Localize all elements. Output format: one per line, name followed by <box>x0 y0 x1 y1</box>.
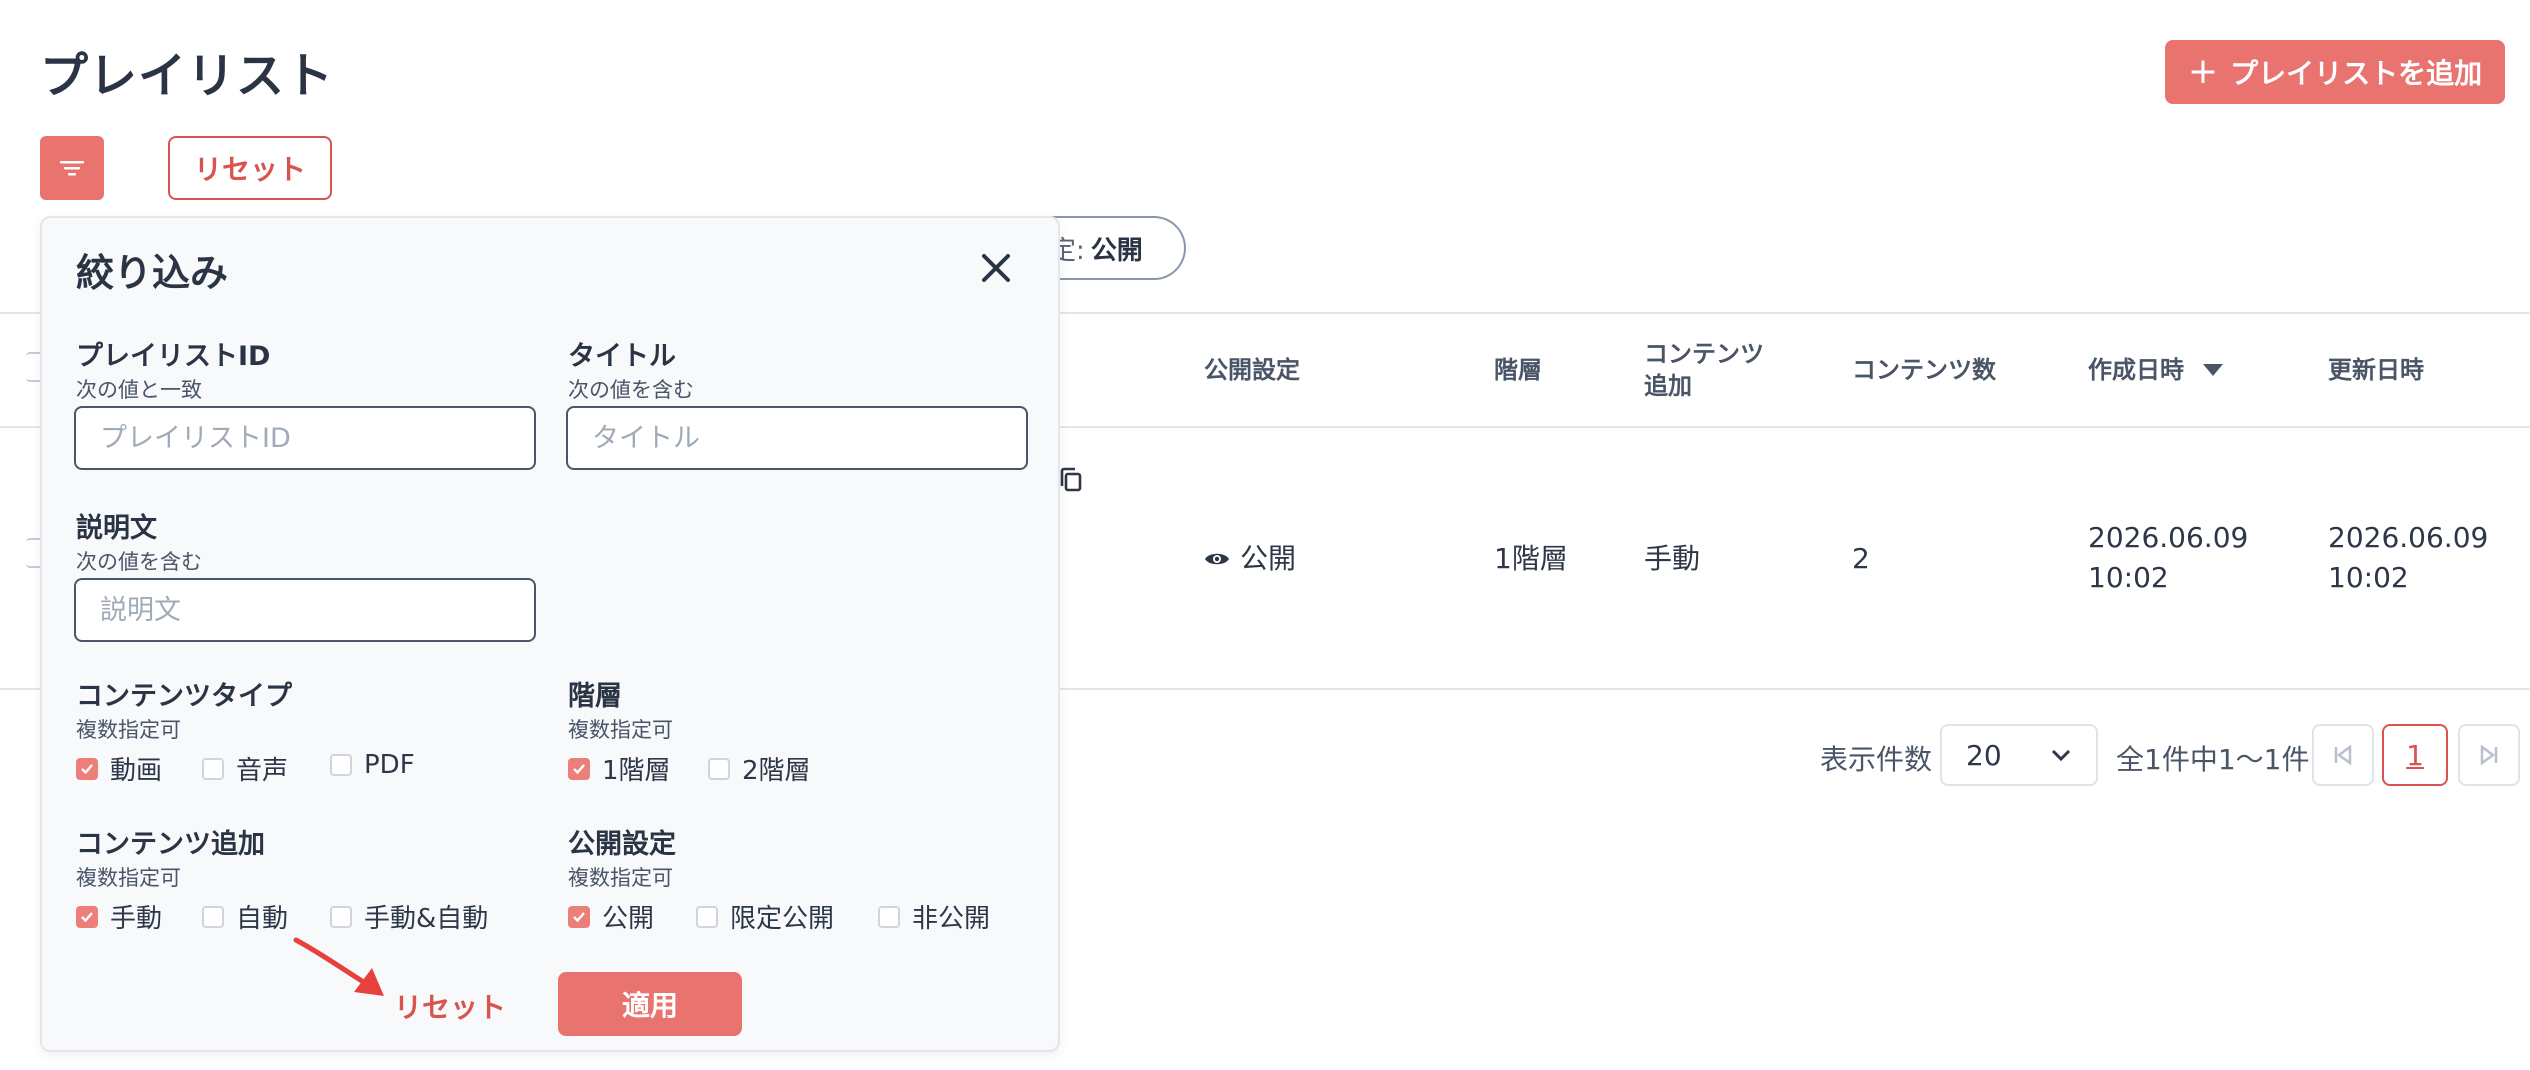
header-updated-at[interactable]: 更新日時 <box>2328 354 2424 386</box>
content-type-video-option[interactable]: 動画 <box>76 750 162 787</box>
header-content-add[interactable]: コンテンツ 追加 <box>1644 338 1764 402</box>
chip-value: 公開 <box>1090 235 1143 266</box>
page-1-button[interactable]: 1 <box>2382 724 2448 786</box>
panel-reset-link[interactable]: リセット <box>394 986 506 1026</box>
per-page-label: 表示件数 <box>1820 743 1933 776</box>
check-icon <box>573 911 585 922</box>
content-add-manual-auto-option[interactable]: 手動&自動 <box>330 898 488 935</box>
content-type-label: コンテンツタイプ <box>76 681 292 712</box>
level-1-option[interactable]: 1階層 <box>568 750 671 787</box>
visibility-public-option[interactable]: 公開 <box>568 898 654 935</box>
visibility-private-option[interactable]: 非公開 <box>878 898 990 935</box>
checkbox-checked[interactable] <box>76 905 98 928</box>
header-created-at[interactable]: 作成日時 <box>2088 354 2224 386</box>
description-sub: 次の値を含む <box>76 550 202 574</box>
checkbox-unchecked[interactable] <box>330 754 352 776</box>
reset-button[interactable]: リセット <box>168 136 332 200</box>
title-sub: 次の値を含む <box>568 378 694 402</box>
first-page-button[interactable] <box>2312 724 2374 786</box>
checkbox-checked[interactable] <box>568 757 590 780</box>
visibility-limited-option[interactable]: 限定公開 <box>696 898 834 935</box>
visibility-sub: 複数指定可 <box>568 866 673 890</box>
playlist-id-sub: 次の値と一致 <box>76 378 202 402</box>
playlist-id-label: プレイリストID <box>76 341 271 372</box>
row-level: 1階層 <box>1494 542 1568 575</box>
page-title: プレイリスト <box>40 48 335 104</box>
filter-panel: 絞り込み プレイリストID 次の値と一致 タイトル 次の値を含む 説明文 次の値… <box>40 216 1060 1052</box>
close-icon[interactable] <box>976 248 1016 288</box>
add-playlist-button[interactable]: + プレイリストを追加 <box>2165 40 2505 104</box>
plus-icon: + <box>2187 51 2219 92</box>
filter-panel-title: 絞り込み <box>76 251 229 295</box>
checkbox-checked[interactable] <box>76 757 98 780</box>
checkbox-unchecked[interactable] <box>878 905 900 928</box>
row-content-count: 2 <box>1852 542 1870 575</box>
per-page-select[interactable]: 20 <box>1940 724 2098 786</box>
apply-button[interactable]: 適用 <box>558 972 742 1036</box>
copy-icon[interactable] <box>1058 466 1084 494</box>
level-2-option[interactable]: 2階層 <box>708 750 811 787</box>
content-type-audio-option[interactable]: 音声 <box>202 750 288 787</box>
level-label: 階層 <box>568 681 622 712</box>
content-add-manual-option[interactable]: 手動 <box>76 898 162 935</box>
header-visibility[interactable]: 公開設定 <box>1204 354 1300 386</box>
checkbox-unchecked[interactable] <box>696 905 718 928</box>
eye-icon <box>1205 553 1229 565</box>
visibility-label: 公開設定 <box>568 829 676 860</box>
content-type-pdf-option[interactable]: PDF <box>330 750 415 780</box>
header-content-count[interactable]: コンテンツ数 <box>1852 354 1996 386</box>
checkbox-unchecked[interactable] <box>202 905 224 928</box>
content-add-sub: 複数指定可 <box>76 866 181 890</box>
chevron-down-icon <box>2051 749 2071 762</box>
pagination-summary: 全1件中1〜1件 <box>2116 743 2310 776</box>
checkbox-unchecked[interactable] <box>330 905 352 928</box>
sort-desc-icon <box>2203 364 2223 376</box>
title-input[interactable] <box>566 406 1028 470</box>
playlist-id-input[interactable] <box>74 406 536 470</box>
content-add-label: コンテンツ追加 <box>76 829 265 860</box>
checkbox-unchecked[interactable] <box>708 757 730 780</box>
row-created-at: 2026.06.09 10:02 <box>2088 521 2249 594</box>
row-visibility: 公開 <box>1204 539 1296 579</box>
check-icon <box>573 763 585 774</box>
filter-icon <box>60 161 84 176</box>
level-sub: 複数指定可 <box>568 718 673 742</box>
first-page-icon <box>2334 744 2352 766</box>
filter-toggle-button[interactable] <box>40 136 104 200</box>
check-icon <box>81 763 93 774</box>
row-updated-at: 2026.06.09 10:02 <box>2328 521 2489 594</box>
content-add-auto-option[interactable]: 自動 <box>202 898 288 935</box>
checkbox-checked[interactable] <box>568 905 590 928</box>
content-type-sub: 複数指定可 <box>76 718 181 742</box>
annotation-arrow-icon <box>293 937 384 996</box>
row-content-add: 手動 <box>1644 542 1701 575</box>
description-label: 説明文 <box>76 513 157 544</box>
header-level[interactable]: 階層 <box>1494 354 1542 386</box>
add-playlist-label: プレイリストを追加 <box>2230 57 2483 90</box>
check-icon <box>81 911 93 922</box>
checkbox-unchecked[interactable] <box>202 757 224 780</box>
title-label: タイトル <box>568 341 676 372</box>
last-page-icon <box>2480 744 2498 766</box>
description-input[interactable] <box>74 578 536 642</box>
last-page-button[interactable] <box>2458 724 2520 786</box>
